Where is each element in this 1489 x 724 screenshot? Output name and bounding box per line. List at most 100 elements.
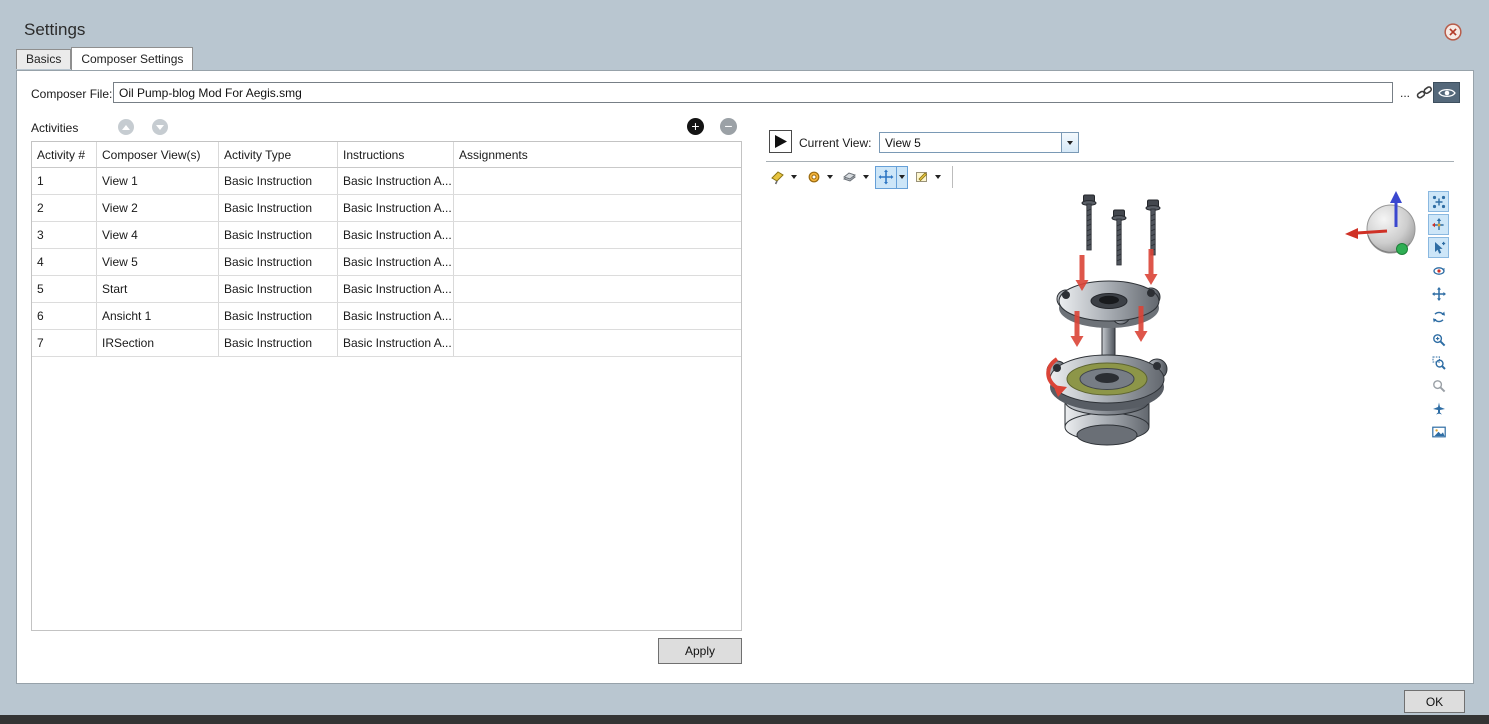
layers-filter-icon	[840, 169, 860, 185]
table-cell	[454, 222, 741, 248]
table-header-row: Activity #Composer View(s)Activity TypeI…	[32, 142, 741, 168]
page-title: Settings	[24, 20, 85, 40]
column-header[interactable]: Activity #	[32, 142, 97, 167]
axis-green-node	[1397, 244, 1408, 255]
annotation-box-icon	[912, 169, 932, 185]
table-cell: Basic Instruction	[219, 276, 338, 302]
move-manipulate-button[interactable]	[875, 166, 908, 189]
viewer-toolbar	[767, 165, 953, 189]
current-view-value: View 5	[880, 136, 1061, 150]
tab-basics[interactable]: Basics	[16, 49, 71, 69]
divider	[766, 161, 1454, 162]
link-icon[interactable]	[1414, 83, 1434, 103]
activity-move-up-button[interactable]	[118, 119, 134, 135]
table-cell: View 2	[97, 195, 219, 221]
caret-glyph	[1067, 141, 1073, 145]
ok-button[interactable]: OK	[1404, 690, 1465, 713]
play-icon	[773, 134, 788, 149]
table-row[interactable]: 2View 2Basic InstructionBasic Instructio…	[32, 195, 741, 222]
snapshot-icon[interactable]	[1428, 421, 1449, 442]
select-pointer-icon[interactable]	[1428, 237, 1449, 258]
layers-filter-dropdown[interactable]	[860, 167, 871, 188]
rotate-view-icon[interactable]	[1428, 306, 1449, 327]
table-cell	[454, 168, 741, 194]
axis-move-icon[interactable]	[1428, 214, 1449, 235]
fly-through-icon[interactable]	[1428, 398, 1449, 419]
composer-settings-panel: Composer File: ... Activities + − Activi…	[16, 70, 1474, 684]
move-manipulate-dropdown[interactable]	[896, 167, 907, 188]
activities-table: Activity #Composer View(s)Activity TypeI…	[31, 141, 742, 631]
orbit-icon[interactable]	[1428, 260, 1449, 281]
column-header[interactable]: Composer View(s)	[97, 142, 219, 167]
zoom-window-icon[interactable]	[1428, 352, 1449, 373]
table-cell: Basic Instruction A...	[338, 303, 454, 329]
view-orientation-orb[interactable]	[1335, 187, 1439, 271]
table-cell: Basic Instruction	[219, 330, 338, 356]
eye-icon[interactable]	[1433, 82, 1460, 103]
annotation-box-button[interactable]	[911, 166, 944, 189]
link-glyph	[1416, 84, 1433, 101]
table-row[interactable]: 3View 4Basic InstructionBasic Instructio…	[32, 222, 741, 249]
table-cell	[454, 249, 741, 275]
table-cell: Basic Instruction A...	[338, 330, 454, 356]
pan-icon[interactable]	[1428, 283, 1449, 304]
pump-3d-model	[951, 183, 1281, 493]
column-header[interactable]: Activity Type	[219, 142, 338, 167]
table-row[interactable]: 5StartBasic InstructionBasic Instruction…	[32, 276, 741, 303]
column-header[interactable]: Instructions	[338, 142, 454, 167]
table-cell: 7	[32, 330, 97, 356]
bottom-edge-bar	[0, 715, 1489, 724]
table-cell	[454, 303, 741, 329]
material-ring-button[interactable]	[803, 166, 836, 189]
activity-move-down-button[interactable]	[152, 119, 168, 135]
chevron-down-icon[interactable]	[1061, 133, 1078, 152]
arrow-down-icon	[156, 125, 164, 130]
table-cell	[454, 276, 741, 302]
table-row[interactable]: 6Ansicht 1Basic InstructionBasic Instruc…	[32, 303, 741, 330]
arrow-up-icon	[122, 125, 130, 130]
align-target-icon[interactable]	[1428, 191, 1449, 212]
table-cell: 6	[32, 303, 97, 329]
tab-composer-label: Composer Settings	[81, 52, 183, 66]
annotation-box-dropdown[interactable]	[932, 167, 943, 188]
composer-file-input[interactable]	[113, 82, 1393, 103]
settings-window: Settings Basics Composer Settings Compos…	[0, 0, 1489, 724]
render-style-dropdown[interactable]	[788, 167, 799, 188]
table-row[interactable]: 4View 5Basic InstructionBasic Instructio…	[32, 249, 741, 276]
apply-button[interactable]: Apply	[658, 638, 742, 664]
tab-composer-settings[interactable]: Composer Settings	[71, 47, 193, 70]
layers-filter-button[interactable]	[839, 166, 872, 189]
table-cell: 4	[32, 249, 97, 275]
table-cell: 1	[32, 168, 97, 194]
table-cell: Start	[97, 276, 219, 302]
view-side-toolbar	[1428, 191, 1450, 442]
table-cell: Basic Instruction	[219, 168, 338, 194]
table-cell	[454, 195, 741, 221]
zoom-extents-icon[interactable]	[1428, 375, 1449, 396]
column-header[interactable]: Assignments	[454, 142, 741, 167]
table-body: 1View 1Basic InstructionBasic Instructio…	[32, 168, 741, 357]
tab-bar: Basics Composer Settings	[16, 47, 193, 69]
composer-file-label: Composer File:	[31, 87, 112, 101]
table-cell: Basic Instruction	[219, 195, 338, 221]
table-cell: Basic Instruction A...	[338, 195, 454, 221]
table-cell: Basic Instruction	[219, 303, 338, 329]
table-cell: Basic Instruction A...	[338, 168, 454, 194]
add-activity-button[interactable]: +	[687, 118, 704, 135]
table-row[interactable]: 7IRSectionBasic InstructionBasic Instruc…	[32, 330, 741, 357]
render-style-button[interactable]	[767, 166, 800, 189]
close-icon[interactable]	[1444, 23, 1462, 41]
material-ring-dropdown[interactable]	[824, 167, 835, 188]
zoom-icon[interactable]	[1428, 329, 1449, 350]
browse-button[interactable]: ...	[1396, 83, 1414, 102]
remove-activity-button[interactable]: −	[720, 118, 737, 135]
activities-label: Activities	[31, 121, 78, 135]
play-button[interactable]	[769, 130, 792, 153]
render-style-icon	[768, 169, 788, 185]
current-view-label: Current View:	[799, 136, 871, 150]
table-cell: Ansicht 1	[97, 303, 219, 329]
close-circle-glyph	[1444, 23, 1462, 41]
current-view-select[interactable]: View 5	[879, 132, 1079, 153]
table-cell: View 5	[97, 249, 219, 275]
table-row[interactable]: 1View 1Basic InstructionBasic Instructio…	[32, 168, 741, 195]
